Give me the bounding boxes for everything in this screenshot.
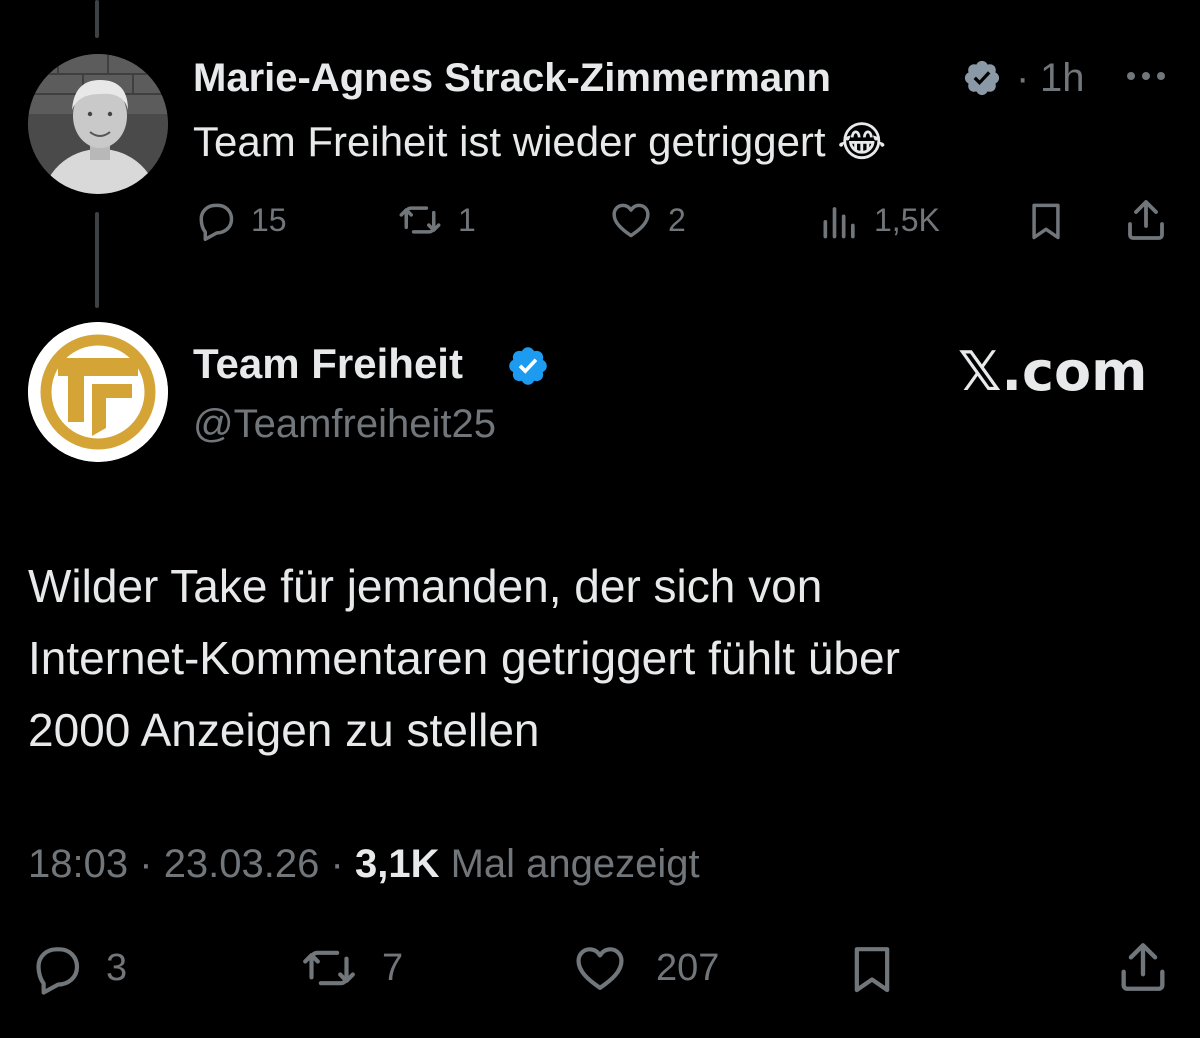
- repost-icon: [303, 950, 355, 986]
- x-com-watermark: 𝕏.com: [958, 340, 1148, 403]
- parent-repost-count: 1: [458, 201, 476, 238]
- views-icon: [823, 207, 855, 239]
- bookmark-icon[interactable]: [844, 940, 900, 998]
- laughing-emoji: 😂: [837, 117, 887, 166]
- avatar-team-freiheit[interactable]: [28, 322, 168, 462]
- reply-icon: [36, 947, 80, 995]
- parent-repost-button[interactable]: 1: [396, 198, 476, 242]
- thread-line-top: [95, 0, 99, 38]
- main-repost-button[interactable]: 7: [298, 940, 403, 996]
- parent-reply-button[interactable]: 15: [193, 198, 287, 242]
- views-count: 3,1K: [354, 842, 440, 886]
- parent-separator: ·: [1016, 56, 1030, 100]
- main-like-count: 207: [656, 946, 720, 989]
- main-tweet-line-2: Internet-Kommentaren getriggert fühlt üb…: [28, 632, 900, 684]
- parent-tweet-text: Team Freiheit ist wieder getriggert 😂: [193, 117, 886, 167]
- more-options-icon[interactable]: [1124, 66, 1168, 86]
- main-tweet-line-3: 2000 Anzeigen zu stellen: [28, 704, 540, 756]
- verified-badge-icon: [964, 60, 1000, 96]
- verified-badge-icon: [509, 347, 547, 385]
- main-author-name[interactable]: Team Freiheit: [193, 340, 463, 388]
- tweet-time[interactable]: 18:03: [28, 842, 128, 886]
- parent-author-name[interactable]: Marie-Agnes Strack-Zimmermann: [193, 55, 831, 101]
- main-tweet-line-1: Wilder Take für jemanden, der sich von: [28, 560, 823, 612]
- meta-separator: ·: [139, 842, 153, 886]
- main-reply-count: 3: [106, 946, 128, 989]
- parent-views-count: 1,5K: [874, 201, 940, 238]
- thread-line-bottom: [95, 212, 99, 308]
- heart-icon: [576, 947, 624, 990]
- parent-time[interactable]: 1h: [1040, 55, 1085, 101]
- main-tweet-meta: 18:03 · 23.03.26 · 3,1K Mal angezeigt: [28, 840, 700, 888]
- main-author-handle[interactable]: @Teamfreiheit25: [193, 400, 496, 448]
- avatar-marie-agnes[interactable]: [28, 54, 168, 194]
- views-label: Mal angezeigt: [450, 842, 700, 886]
- share-icon[interactable]: [1114, 938, 1172, 996]
- main-like-button[interactable]: 207: [570, 940, 719, 996]
- parent-views-button[interactable]: 1,5K: [818, 198, 940, 242]
- parent-tweet-text-content: Team Freiheit ist wieder getriggert: [193, 118, 826, 165]
- parent-reply-count: 15: [251, 201, 287, 238]
- reply-icon: [199, 203, 234, 241]
- bookmark-icon[interactable]: [1024, 198, 1068, 244]
- main-tweet-text: Wilder Take für jemanden, der sich von I…: [28, 550, 900, 766]
- main-repost-count: 7: [382, 946, 404, 989]
- main-reply-button[interactable]: 3: [28, 940, 127, 996]
- heart-icon: [612, 203, 650, 238]
- parent-like-count: 2: [668, 201, 686, 238]
- parent-like-button[interactable]: 2: [608, 198, 686, 242]
- meta-separator: ·: [330, 842, 344, 886]
- repost-icon: [399, 206, 441, 234]
- tweet-date[interactable]: 23.03.26: [164, 842, 320, 886]
- share-icon[interactable]: [1122, 196, 1170, 244]
